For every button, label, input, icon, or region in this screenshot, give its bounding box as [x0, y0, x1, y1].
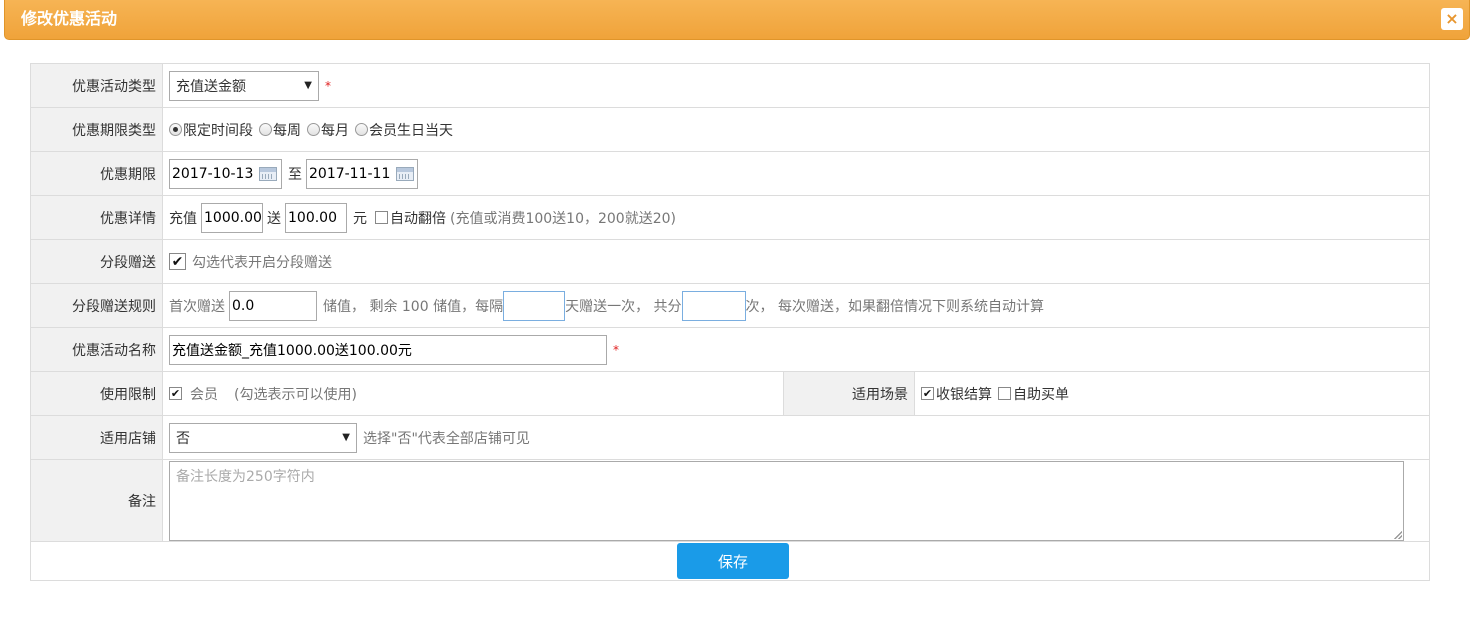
self-checkout-label: 自助买单	[1013, 386, 1069, 403]
radio-icon[interactable]	[259, 123, 272, 136]
calendar-icon[interactable]	[396, 166, 415, 181]
auto-double-checkbox[interactable]	[375, 211, 388, 224]
interval-days-input[interactable]	[503, 290, 566, 321]
period-type-label: 优惠期限类型	[31, 108, 163, 151]
member-label: 会员	[190, 386, 218, 403]
usage-label: 使用限制	[31, 372, 163, 415]
cashier-checkbox[interactable]: ✔	[921, 387, 934, 400]
radio-limited-period[interactable]: 限定时间段	[169, 120, 253, 140]
remark-label: 备注	[31, 460, 163, 541]
period-label: 优惠期限	[31, 152, 163, 195]
store-value: 否	[176, 430, 190, 447]
first-gift-value: 0.0	[232, 297, 255, 314]
radio-monthly[interactable]: 每月	[307, 120, 349, 140]
dialog-title: 修改优惠活动	[21, 9, 118, 28]
segment-checkbox[interactable]: ✔	[169, 253, 186, 270]
row-store: 适用店铺 否 ▼ 选择"否"代表全部店铺可见	[31, 416, 1429, 460]
radio-icon[interactable]	[169, 123, 182, 136]
radio-icon[interactable]	[307, 123, 320, 136]
segment-text-1: 储值， 剩余 100 储值，每隔	[323, 298, 504, 315]
chevron-down-icon: ▼	[342, 432, 350, 443]
date-separator: 至	[288, 166, 302, 183]
radio-birthday[interactable]: 会员生日当天	[355, 120, 453, 140]
split-count-input[interactable]	[681, 290, 746, 321]
row-period-type: 优惠期限类型 限定时间段 每周 每月 会员生日当天	[31, 108, 1429, 152]
scene-label: 适用场景	[783, 372, 915, 415]
row-segment-rule: 分段赠送规则 首次赠送 0.0 储值， 剩余 100 储值，每隔 天赠送一次， …	[31, 284, 1429, 328]
close-icon[interactable]: ×	[1441, 8, 1463, 30]
row-usage: 使用限制 ✔ 会员 (勾选表示可以使用) 适用场景 ✔ 收银结算 自助买单	[31, 372, 1429, 416]
end-date-input[interactable]: 2017-11-11	[306, 158, 418, 189]
required-mark: *	[613, 342, 619, 357]
promo-name-value: 充值送金额_充值1000.00送100.00元	[172, 342, 412, 359]
dialog-titlebar: 修改优惠活动 ×	[4, 0, 1470, 40]
promo-type-label: 优惠活动类型	[31, 64, 163, 107]
row-actions: 保存	[31, 542, 1429, 580]
remark-textarea[interactable]: 备注长度为250字符内	[169, 461, 1404, 541]
promo-form: 优惠活动类型 充值送金额 ▼ * 优惠期限类型 限定时间段 每周 每月 会员生日…	[30, 63, 1430, 581]
gift-amount-value: 100.00	[288, 209, 337, 226]
name-label: 优惠活动名称	[31, 328, 163, 371]
radio-label: 每周	[273, 122, 301, 139]
required-mark: *	[325, 78, 331, 93]
remark-placeholder: 备注长度为250字符内	[176, 469, 315, 485]
promo-type-select[interactable]: 充值送金额 ▼	[169, 70, 319, 101]
promo-type-value: 充值送金额	[176, 78, 246, 95]
promo-name-input[interactable]: 充值送金额_充值1000.00送100.00元	[169, 334, 607, 365]
segment-hint: 勾选代表开启分段赠送	[192, 254, 332, 271]
gift-label: 送	[267, 210, 281, 227]
row-period: 优惠期限 2017-10-13 至 2017-11-11	[31, 152, 1429, 196]
radio-label: 每月	[321, 122, 349, 139]
member-checkbox[interactable]: ✔	[169, 387, 182, 400]
row-name: 优惠活动名称 充值送金额_充值1000.00送100.00元 *	[31, 328, 1429, 372]
self-checkout-checkbox[interactable]	[998, 387, 1011, 400]
segment-rule-label: 分段赠送规则	[31, 284, 163, 327]
detail-label: 优惠详情	[31, 196, 163, 239]
start-date-value: 2017-10-13	[172, 165, 254, 182]
segment-text-3: 次， 每次赠送，如果翻倍情况下则系统自动计算	[745, 298, 1044, 315]
cashier-label: 收银结算	[936, 386, 992, 403]
start-date-input[interactable]: 2017-10-13	[169, 158, 282, 189]
radio-icon[interactable]	[355, 123, 368, 136]
auto-double-label: 自动翻倍	[390, 210, 446, 227]
first-gift-input[interactable]: 0.0	[229, 290, 317, 321]
row-segment: 分段赠送 ✔ 勾选代表开启分段赠送	[31, 240, 1429, 284]
row-promo-type: 优惠活动类型 充值送金额 ▼ *	[31, 64, 1429, 108]
detail-hint: (充值或消费100送10，200就送20)	[450, 210, 676, 227]
save-button[interactable]: 保存	[677, 543, 789, 579]
recharge-amount-value: 1000.00	[204, 209, 262, 226]
unit-label: 元	[353, 210, 367, 227]
usage-hint: (勾选表示可以使用)	[234, 386, 357, 403]
radio-label: 会员生日当天	[369, 122, 453, 139]
first-gift-label: 首次赠送	[169, 298, 225, 315]
end-date-value: 2017-11-11	[309, 165, 391, 182]
store-label: 适用店铺	[31, 416, 163, 459]
radio-label: 限定时间段	[183, 122, 253, 139]
chevron-down-icon: ▼	[304, 80, 312, 91]
row-remark: 备注 备注长度为250字符内	[31, 460, 1429, 542]
segment-label: 分段赠送	[31, 240, 163, 283]
store-hint: 选择"否"代表全部店铺可见	[363, 430, 530, 447]
gift-amount-input[interactable]: 100.00	[285, 202, 347, 233]
radio-weekly[interactable]: 每周	[259, 120, 301, 140]
recharge-label: 充值	[169, 210, 197, 227]
calendar-icon[interactable]	[259, 166, 278, 181]
row-detail: 优惠详情 充值 1000.00 送 100.00 元 自动翻倍 (充值或消费10…	[31, 196, 1429, 240]
recharge-amount-input[interactable]: 1000.00	[201, 202, 263, 233]
store-select[interactable]: 否 ▼	[169, 422, 357, 453]
segment-text-2: 天赠送一次， 共分	[565, 298, 682, 315]
